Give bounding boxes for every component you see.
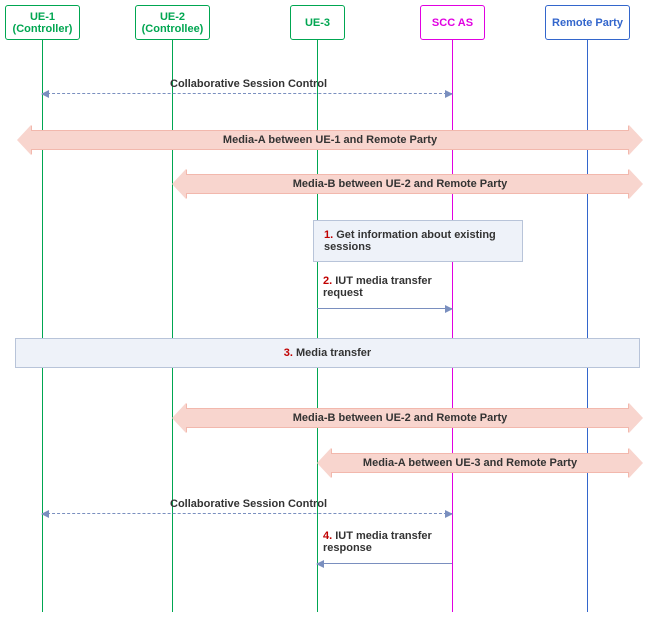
lifeline-ue1: [42, 40, 43, 612]
sequence-diagram: UE-1(Controller) UE-2(Controllee) UE-3 S…: [0, 0, 664, 617]
lane-label: Remote Party: [552, 17, 623, 29]
lane-label: UE-2(Controllee): [142, 11, 204, 35]
collab-control-bot-label: Collaborative Session Control: [170, 498, 327, 510]
lifeline-scc: [452, 40, 453, 612]
lifeline-ue2: [172, 40, 173, 612]
step4-arrow: [317, 563, 452, 564]
media-a-bot-label: Media-A between UE-3 and Remote Party: [363, 457, 577, 469]
lane-label: UE-1(Controller): [13, 11, 73, 35]
lane-label: UE-3: [305, 17, 330, 29]
step4-label: 4. IUT media transfer response: [323, 530, 453, 554]
lane-label: SCC AS: [432, 17, 473, 29]
lifeline-ue3: [317, 40, 318, 612]
lane-ue1: UE-1(Controller): [5, 5, 80, 40]
lane-remote: Remote Party: [545, 5, 630, 40]
lane-ue3: UE-3: [290, 5, 345, 40]
step2-arrow: [317, 308, 452, 309]
lifeline-remote: [587, 40, 588, 612]
media-b-bot-label: Media-B between UE-2 and Remote Party: [293, 412, 508, 424]
step3-box: 3. Media transfer: [15, 338, 640, 368]
step1-box: 1. Get information about existing sessio…: [313, 220, 523, 262]
collab-control-top-arrow: [42, 93, 452, 94]
media-b-top-label: Media-B between UE-2 and Remote Party: [293, 178, 508, 190]
lane-scc: SCC AS: [420, 5, 485, 40]
step2-label: 2. IUT media transfer request: [323, 275, 453, 299]
lane-ue2: UE-2(Controllee): [135, 5, 210, 40]
media-a-top-label: Media-A between UE-1 and Remote Party: [223, 134, 437, 146]
collab-control-top-label: Collaborative Session Control: [170, 78, 327, 90]
collab-control-bot-arrow: [42, 513, 452, 514]
